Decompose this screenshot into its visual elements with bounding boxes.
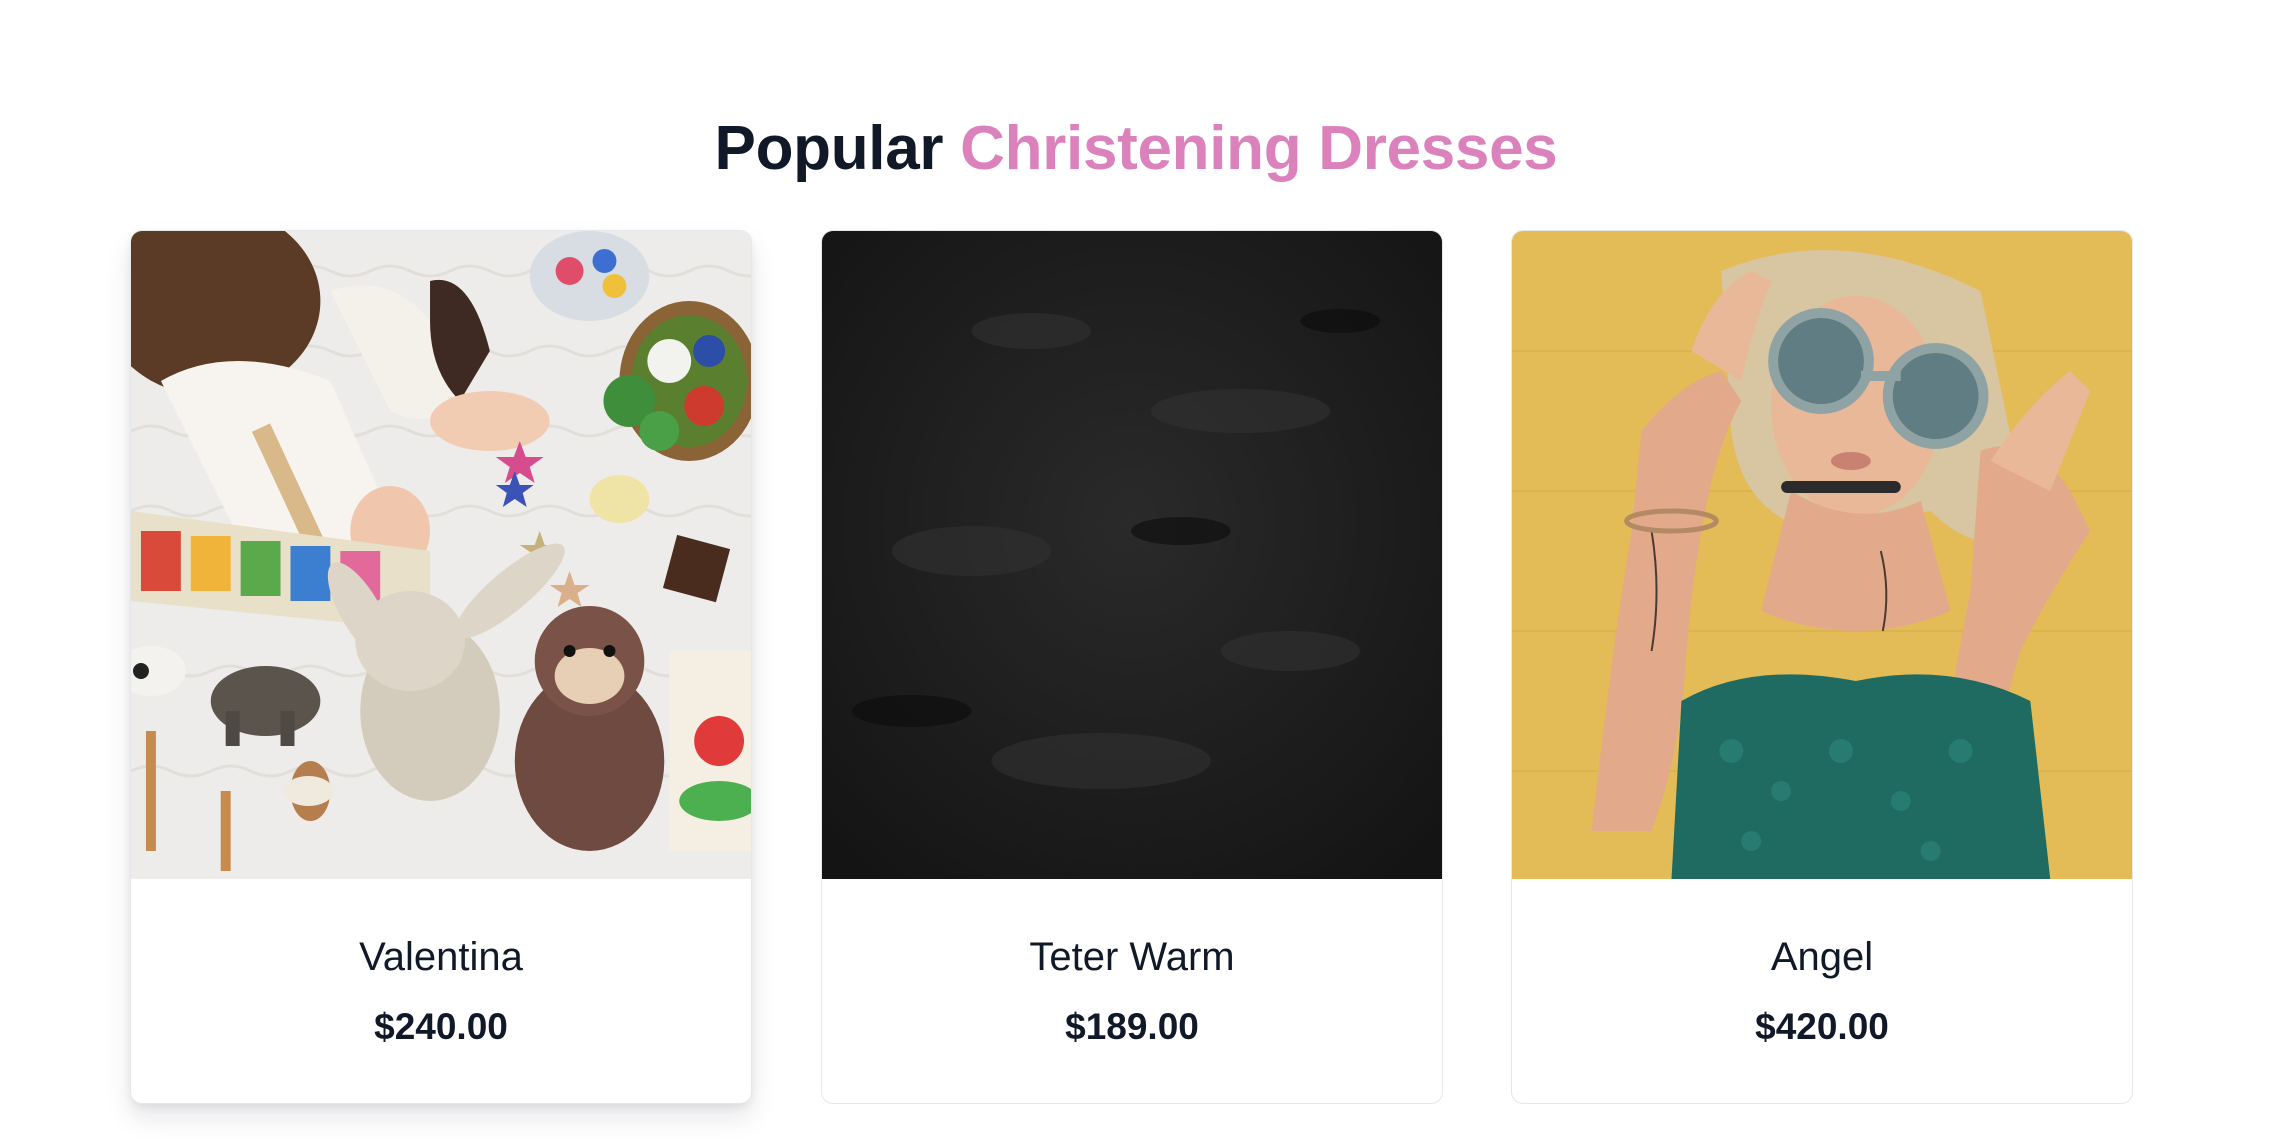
product-name[interactable]: Valentina xyxy=(131,933,751,981)
section-title-accent: Christening Dresses xyxy=(960,114,1558,184)
product-image-woman-with-sunglasses[interactable] xyxy=(1512,231,2132,879)
product-photo xyxy=(1512,231,2132,879)
product-info: Angel $420.00 xyxy=(1512,879,2132,1049)
product-image-baby-with-toys[interactable] xyxy=(131,231,751,879)
product-price: $420.00 xyxy=(1755,1006,1889,1047)
section-title: Popular Christening Dresses xyxy=(0,109,2272,189)
product-photo xyxy=(131,231,751,879)
product-info: Teter Warm $189.00 xyxy=(822,879,1442,1049)
product-card[interactable]: Teter Warm $189.00 xyxy=(821,230,1443,1104)
product-photo xyxy=(822,231,1442,879)
section-title-lead: Popular xyxy=(714,114,944,184)
product-info: Valentina $240.00 xyxy=(131,879,751,1049)
product-image-dark-texture[interactable] xyxy=(822,231,1442,879)
product-name[interactable]: Teter Warm xyxy=(822,933,1442,981)
product-card[interactable]: Angel $420.00 xyxy=(1511,230,2133,1104)
product-price: $189.00 xyxy=(1065,1006,1199,1047)
product-price: $240.00 xyxy=(374,1006,508,1047)
product-card[interactable]: Valentina $240.00 xyxy=(130,230,752,1104)
product-name[interactable]: Angel xyxy=(1512,933,2132,981)
page: Popular Christening Dresses Valentina $2… xyxy=(0,0,2272,1138)
